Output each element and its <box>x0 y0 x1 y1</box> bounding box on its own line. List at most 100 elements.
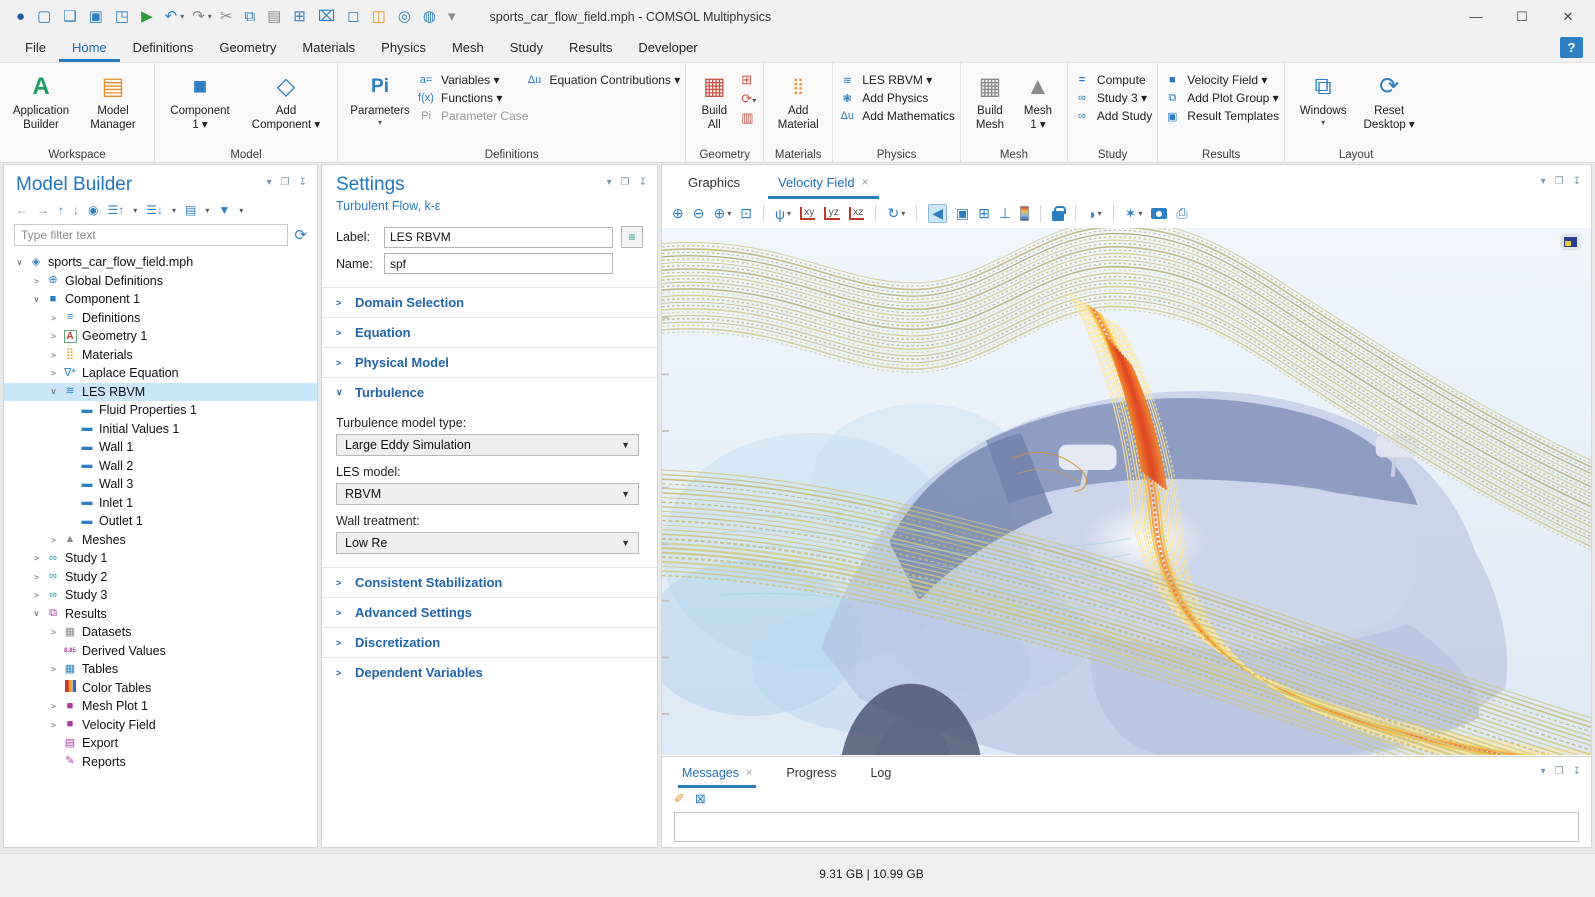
component-1-button[interactable]: ■ Component 1 ▾ <box>160 70 240 133</box>
qat-more-icon[interactable]: ▾ <box>448 9 456 24</box>
mesh-1-button[interactable]: ▲ Mesh 1 ▾ <box>1014 70 1062 133</box>
graphics-canvas[interactable] <box>662 228 1591 755</box>
physics-interface-button[interactable]: ≋ LES RBVM ▾ <box>838 73 955 87</box>
lock-icon[interactable] <box>1052 206 1064 221</box>
help-button[interactable]: ? <box>1560 37 1583 58</box>
les-model-select[interactable]: RBVM ▼ <box>336 483 639 505</box>
expand-arrow[interactable]: > <box>29 276 44 286</box>
view-xz-icon[interactable]: xz <box>849 207 865 221</box>
tree-item[interactable]: 8.85Derived Values <box>4 642 317 661</box>
tree-item[interactable]: >∇*Laplace Equation <box>4 364 317 383</box>
print-icon[interactable]: ⎙ <box>1176 205 1187 222</box>
view-xy-icon[interactable]: xy <box>800 207 816 221</box>
tree-item[interactable]: >▦Datasets <box>4 623 317 642</box>
menu-tab-file[interactable]: File <box>12 33 59 62</box>
panel-float-icon[interactable]: ❐ <box>1555 176 1564 187</box>
menu-tab-physics[interactable]: Physics <box>368 33 439 62</box>
close-tab-icon[interactable]: × <box>746 767 752 779</box>
zoom-extents-icon[interactable]: ⊡ <box>740 205 752 222</box>
axes-icon[interactable]: ⊥ <box>999 205 1011 222</box>
menu-tab-materials[interactable]: Materials <box>289 33 368 62</box>
add-study-button[interactable]: ∞ Add Study <box>1073 109 1152 123</box>
expand-arrow[interactable]: > <box>46 720 61 730</box>
cut-icon[interactable]: ✂ <box>220 9 233 24</box>
save-search-icon[interactable]: ◳ <box>115 9 129 24</box>
expand-arrow[interactable]: > <box>46 313 61 323</box>
add-plot-group-button[interactable]: ⧉ Add Plot Group ▾ <box>1163 91 1279 105</box>
functions-button[interactable]: f(x) Functions ▾ <box>417 91 680 105</box>
deselect-icon[interactable]: ◫ <box>372 9 386 24</box>
paste-icon[interactable]: ▤ <box>267 9 281 24</box>
appearance-icon[interactable]: ◑▾ <box>1087 206 1101 222</box>
grid-icon[interactable]: ⊞ <box>978 205 990 222</box>
application-builder-button[interactable]: A Application Builder <box>5 70 77 133</box>
copy-icon[interactable]: ⧉ <box>244 9 255 24</box>
menu-tab-definitions[interactable]: Definitions <box>120 33 207 62</box>
update-geometry-icon[interactable]: ⟳▾ <box>741 91 756 107</box>
section-physical-model[interactable]: >Physical Model <box>322 347 657 377</box>
tree-item[interactable]: ▬Wall 3 <box>4 475 317 494</box>
tab-log[interactable]: Log <box>866 757 895 788</box>
expand-arrow[interactable]: > <box>29 590 44 600</box>
tree-item[interactable]: >⣿Materials <box>4 346 317 365</box>
open-file-icon[interactable]: ❑ <box>63 9 76 24</box>
panel-menu-icon[interactable]: ▾ <box>1541 766 1546 777</box>
compute-button[interactable]: = Compute <box>1073 73 1152 87</box>
tree-item[interactable]: ▤Export <box>4 734 317 753</box>
tab-progress[interactable]: Progress <box>782 757 840 788</box>
tree-item[interactable]: >∞Study 1 <box>4 549 317 568</box>
menu-tab-geometry[interactable]: Geometry <box>206 33 289 62</box>
velocity-field-button[interactable]: ■ Velocity Field ▾ <box>1163 73 1279 87</box>
orientation-icon[interactable]: ψ▾ <box>775 206 791 222</box>
dropdown-caret[interactable]: ▾ <box>901 209 905 218</box>
find-icon[interactable]: ◍ <box>423 9 436 24</box>
dropdown-caret[interactable]: ▾ <box>787 209 791 218</box>
select-box-icon[interactable]: ◻ <box>347 9 359 24</box>
tree-item[interactable]: >≡Definitions <box>4 309 317 328</box>
expand-arrow[interactable]: > <box>46 627 61 637</box>
dropdown-caret[interactable]: ▾ <box>208 12 212 21</box>
clear-messages-icon[interactable]: ✐ <box>674 791 685 807</box>
section-turbulence[interactable]: ∨ Turbulence <box>322 377 657 407</box>
zoom-box-icon[interactable]: ⊕▾ <box>713 205 731 222</box>
tree-item[interactable]: >∞Study 2 <box>4 568 317 587</box>
panel-pin-icon[interactable]: ↧ <box>299 177 307 188</box>
expand-arrow[interactable]: > <box>46 701 61 711</box>
find-zoom-icon[interactable]: ◎ <box>398 9 411 24</box>
color-legend-icon[interactable] <box>1020 206 1029 221</box>
tree-item[interactable]: ∨■Component 1 <box>4 290 317 309</box>
tree-item[interactable]: >■Mesh Plot 1 <box>4 697 317 716</box>
expand-arrow[interactable]: > <box>46 331 61 341</box>
tree-item[interactable]: >AGeometry 1 <box>4 327 317 346</box>
panel-float-icon[interactable]: ❐ <box>621 177 630 188</box>
show-icon[interactable]: ◉ <box>88 203 98 217</box>
expand-arrow[interactable]: ∨ <box>46 386 61 397</box>
expand-arrow[interactable]: ∨ <box>29 294 44 305</box>
tab-velocity-field[interactable]: Velocity Field× <box>768 165 879 199</box>
section-advanced-settings[interactable]: >Advanced Settings <box>322 597 657 627</box>
panel-menu-icon[interactable]: ▾ <box>1541 176 1546 187</box>
dropdown-caret[interactable]: ▾ <box>172 206 176 215</box>
refresh-icon[interactable]: ⟳ <box>294 226 307 244</box>
menu-tab-developer[interactable]: Developer <box>625 33 710 62</box>
tree-item[interactable]: ∨⧉Results <box>4 605 317 624</box>
section-equation[interactable]: >Equation <box>322 317 657 347</box>
windows-button[interactable]: ⧉ Windows ▾ <box>1290 70 1356 128</box>
filter-input[interactable] <box>14 224 288 246</box>
equation-contributions-button[interactable]: Δu Equation Contributions ▾ <box>526 73 681 87</box>
tab-graphics[interactable]: Graphics <box>678 165 750 199</box>
panel-pin-icon[interactable]: ↧ <box>639 177 647 188</box>
expand-arrow[interactable]: > <box>29 553 44 563</box>
close-button[interactable]: ✕ <box>1545 2 1591 32</box>
add-component-button[interactable]: ◇ Add Component ▾ <box>240 70 332 133</box>
reset-desktop-button[interactable]: ⟳ Reset Desktop ▾ <box>1356 70 1422 133</box>
messages-output[interactable] <box>674 812 1579 842</box>
build-mesh-button[interactable]: ▦ Build Mesh <box>966 70 1014 133</box>
update-scene-icon[interactable]: ✶▾ <box>1125 205 1143 222</box>
maximize-button[interactable]: ☐ <box>1499 2 1545 32</box>
model-manager-button[interactable]: ▤ Model Manager <box>77 70 149 133</box>
menu-tab-home[interactable]: Home <box>59 33 120 62</box>
panel-float-icon[interactable]: ❐ <box>1555 766 1564 777</box>
dropdown-caret[interactable]: ▾ <box>1138 209 1142 218</box>
expand-arrow[interactable]: > <box>29 572 44 582</box>
